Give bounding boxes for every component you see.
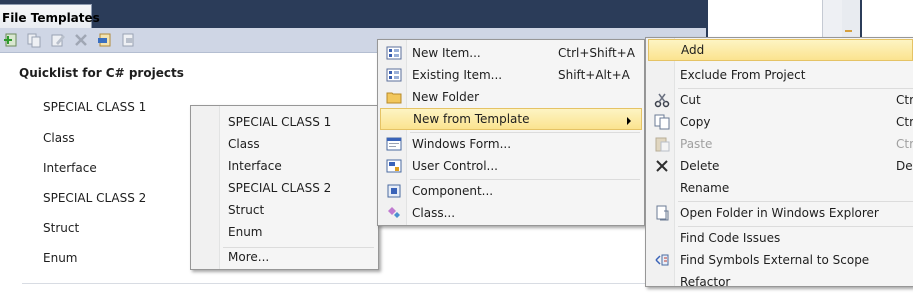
quicklist-item[interactable]: Struct (43, 221, 79, 235)
templates-submenu: SPECIAL CLASS 1 Class Interface SPECIAL … (190, 105, 379, 270)
menu-item-label: Enum (228, 225, 263, 239)
submenu-arrow-icon (627, 117, 631, 125)
menu-item-existing-item[interactable]: Existing Item... Shift+Alt+A (380, 64, 642, 86)
menu-item-class[interactable]: Class... (380, 202, 642, 224)
quicklist-item[interactable]: SPECIAL CLASS 2 (43, 191, 146, 205)
open-folder-icon (656, 205, 669, 221)
user-control-icon (386, 159, 402, 173)
menu-item-label: Windows Form... (412, 137, 512, 151)
menu-item-label: Rename (680, 181, 730, 195)
menu-item-label: Cut (680, 93, 701, 107)
scroll-marker (845, 30, 852, 32)
menu-item-label: Find Code Issues (680, 231, 781, 245)
menu-item-new-item[interactable]: New Item... Ctrl+Shift+A (380, 42, 642, 64)
menu-item-shortcut: Ctrl+Shift+A (558, 46, 635, 60)
menu-item-label: Existing Item... (412, 68, 503, 82)
quicklist-title: Quicklist for C# projects (19, 66, 184, 80)
new-item-icon (386, 46, 402, 60)
menu-item-label: New from Template (413, 112, 530, 126)
scissors-icon (654, 93, 670, 108)
delete-icon[interactable] (73, 32, 89, 48)
menu-item-label: Open Folder in Windows Explorer (680, 206, 879, 220)
menu-item-cut[interactable]: Cut Ctrl (648, 89, 913, 111)
menu-item-label: Delete (680, 159, 720, 173)
menu-item-add[interactable]: Add (648, 39, 913, 61)
menu-item-open-folder[interactable]: Open Folder in Windows Explorer (648, 202, 913, 224)
menu-item-shortcut: Ctrl (896, 93, 913, 107)
menu-item-label: New Folder (412, 90, 480, 104)
menu-item-shortcut: Shift+Alt+A (558, 68, 630, 82)
import-icon[interactable] (97, 32, 113, 48)
menu-item-exclude-from-project[interactable]: Exclude From Project (648, 64, 913, 86)
existing-item-icon (386, 68, 402, 82)
template-item-enum[interactable]: Enum (193, 221, 376, 243)
menu-item-label: SPECIAL CLASS 1 (228, 115, 332, 129)
menu-item-paste[interactable]: Paste Ctrl (648, 133, 913, 155)
copy-icon (654, 114, 670, 130)
menu-item-label: Class... (412, 206, 456, 220)
menu-item-rename[interactable]: Rename (648, 177, 913, 199)
template-item-class[interactable]: Class (193, 133, 376, 155)
find-symbols-icon (655, 254, 669, 266)
tab-label: File Templates (2, 11, 100, 25)
export-icon[interactable] (120, 32, 136, 48)
menu-item-find-symbols-external[interactable]: Find Symbols External to Scope (648, 249, 913, 271)
add-submenu: New Item... Ctrl+Shift+A Existing Item..… (377, 39, 645, 226)
windows-form-icon (386, 137, 402, 151)
menu-item-label: Class (228, 137, 260, 151)
quicklist-item[interactable]: Class (43, 131, 75, 145)
menu-item-new-from-template[interactable]: New from Template (380, 108, 642, 130)
menu-item-shortcut: Ctrl (896, 137, 913, 151)
menu-item-label: Component... (412, 184, 494, 198)
menu-item-label: User Control... (412, 159, 498, 173)
menu-item-shortcut: Ctrl (896, 115, 913, 129)
class-icon (388, 207, 400, 218)
menu-item-label: Add (681, 43, 705, 57)
template-item-struct[interactable]: Struct (193, 199, 376, 221)
template-item-interface[interactable]: Interface (193, 155, 376, 177)
delete-x-icon (656, 160, 668, 172)
menu-item-label: More... (228, 250, 270, 264)
menu-item-label: Interface (228, 159, 282, 173)
paste-icon (655, 137, 670, 152)
template-item-special-class-1[interactable]: SPECIAL CLASS 1 (193, 111, 376, 133)
template-item-more[interactable]: More... (193, 246, 376, 268)
template-item-special-class-2[interactable]: SPECIAL CLASS 2 (193, 177, 376, 199)
context-menu: Add Exclude From Project Cut Ctrl Copy C… (645, 37, 913, 289)
menu-item-label: Copy (680, 115, 711, 129)
menu-item-label: New Item... (412, 46, 481, 60)
tab-strip: File Templates (0, 0, 708, 28)
menu-item-label: Exclude From Project (680, 68, 806, 82)
menu-item-windows-form[interactable]: Windows Form... (380, 133, 642, 155)
window-divider (860, 0, 862, 40)
menu-item-label: Struct (228, 203, 265, 217)
menu-item-label: SPECIAL CLASS 2 (228, 181, 332, 195)
component-icon (387, 184, 401, 198)
copy-icon[interactable] (26, 32, 42, 48)
quicklist-item[interactable]: Interface (43, 161, 97, 175)
quicklist-item[interactable]: SPECIAL CLASS 1 (43, 100, 146, 114)
edit-icon[interactable] (50, 32, 66, 48)
scrollbar-track (842, 0, 860, 40)
scrollbar[interactable] (822, 0, 842, 40)
menu-item-find-code-issues[interactable]: Find Code Issues (648, 227, 913, 249)
divider (22, 283, 702, 284)
menu-item-label: Find Symbols External to Scope (680, 253, 870, 267)
folder-icon (386, 92, 402, 104)
menu-item-shortcut: Del (896, 159, 913, 173)
add-template-icon[interactable] (3, 32, 19, 48)
menu-item-label: Paste (680, 137, 713, 151)
menu-item-copy[interactable]: Copy Ctrl (648, 111, 913, 133)
tab-file-templates[interactable]: File Templates (0, 4, 100, 28)
quicklist-item[interactable]: Enum (43, 251, 77, 265)
menu-item-new-folder[interactable]: New Folder (380, 86, 642, 108)
menu-item-component[interactable]: Component... (380, 180, 642, 202)
menu-item-refactor[interactable]: Refactor (648, 271, 913, 293)
menu-item-delete[interactable]: Delete Del (648, 155, 913, 177)
menu-item-user-control[interactable]: User Control... (380, 155, 642, 177)
